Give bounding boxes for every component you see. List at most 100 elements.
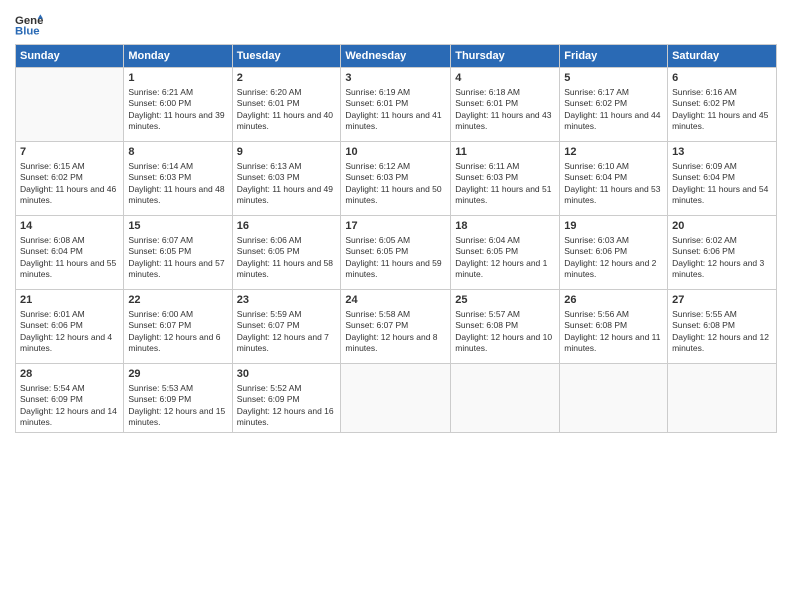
header-cell-wednesday: Wednesday bbox=[341, 45, 451, 68]
sunrise-text: Sunrise: 6:20 AM bbox=[237, 87, 302, 97]
calendar-cell bbox=[560, 364, 668, 433]
sunset-text: Sunset: 6:05 PM bbox=[345, 246, 408, 256]
day-number: 27 bbox=[672, 293, 772, 308]
sunset-text: Sunset: 6:04 PM bbox=[564, 172, 627, 182]
day-number: 29 bbox=[128, 367, 227, 382]
header-cell-saturday: Saturday bbox=[668, 45, 777, 68]
calendar-cell: 17Sunrise: 6:05 AMSunset: 6:05 PMDayligh… bbox=[341, 216, 451, 290]
day-number: 25 bbox=[455, 293, 555, 308]
calendar-cell: 12Sunrise: 6:10 AMSunset: 6:04 PM Dayligh… bbox=[560, 142, 668, 216]
day-number: 13 bbox=[672, 145, 772, 160]
sunrise-text: Sunrise: 6:11 AM bbox=[455, 161, 519, 171]
day-number: 1 bbox=[128, 71, 227, 86]
day-number: 18 bbox=[455, 219, 555, 234]
sunset-text: Sunset: 6:08 PM bbox=[672, 320, 735, 330]
calendar-cell: 5Sunrise: 6:17 AMSunset: 6:02 PMDaylight… bbox=[560, 68, 668, 142]
sunset-text: Sunset: 6:07 PM bbox=[237, 320, 300, 330]
day-number: 21 bbox=[20, 293, 119, 308]
sunrise-text: Sunrise: 6:04 AM bbox=[455, 235, 520, 245]
day-number: 3 bbox=[345, 71, 446, 86]
daylight-text: Daylight: 11 hours and 49 minutes. bbox=[237, 184, 333, 205]
daylight-text: Daylight: 11 hours and 46 minutes. bbox=[20, 184, 116, 205]
sunrise-text: Sunrise: 6:14 AM bbox=[128, 161, 193, 171]
sunset-text: Sunset: 6:06 PM bbox=[564, 246, 627, 256]
sunrise-text: Sunrise: 6:16 AM bbox=[672, 87, 737, 97]
calendar-cell: 21Sunrise: 6:01 AMSunset: 6:06 PMDayligh… bbox=[16, 290, 124, 364]
sunset-text: Sunset: 6:02 PM bbox=[672, 98, 735, 108]
header-cell-tuesday: Tuesday bbox=[232, 45, 341, 68]
daylight-text: Daylight: 11 hours and 48 minutes. bbox=[128, 184, 224, 205]
calendar-cell: 15Sunrise: 6:07 AMSunset: 6:05 PMDayligh… bbox=[124, 216, 232, 290]
calendar-cell bbox=[341, 364, 451, 433]
day-number: 15 bbox=[128, 219, 227, 234]
sunset-text: Sunset: 6:05 PM bbox=[237, 246, 300, 256]
daylight-text: Daylight: 11 hours and 55 minutes. bbox=[20, 258, 116, 279]
sunset-text: Sunset: 6:01 PM bbox=[345, 98, 408, 108]
sunrise-text: Sunrise: 5:52 AM bbox=[237, 383, 302, 393]
calendar-cell: 27Sunrise: 5:55 AMSunset: 6:08 PMDayligh… bbox=[668, 290, 777, 364]
sunset-text: Sunset: 6:08 PM bbox=[564, 320, 627, 330]
sunset-text: Sunset: 6:01 PM bbox=[237, 98, 300, 108]
day-number: 23 bbox=[237, 293, 337, 308]
day-number: 4 bbox=[455, 71, 555, 86]
calendar-header-row: SundayMondayTuesdayWednesdayThursdayFrid… bbox=[16, 45, 777, 68]
sunrise-text: Sunrise: 6:10 AM bbox=[564, 161, 629, 171]
daylight-text: Daylight: 11 hours and 53 minutes. bbox=[564, 184, 660, 205]
daylight-text: Daylight: 12 hours and 10 minutes. bbox=[455, 332, 552, 353]
calendar-cell: 1Sunrise: 6:21 AMSunset: 6:00 PMDaylight… bbox=[124, 68, 232, 142]
daylight-text: Daylight: 12 hours and 8 minutes. bbox=[345, 332, 437, 353]
day-number: 9 bbox=[237, 145, 337, 160]
sunrise-text: Sunrise: 5:55 AM bbox=[672, 309, 737, 319]
day-number: 2 bbox=[237, 71, 337, 86]
week-row-2: 7Sunrise: 6:15 AMSunset: 6:02 PMDaylight… bbox=[16, 142, 777, 216]
daylight-text: Daylight: 11 hours and 54 minutes. bbox=[672, 184, 768, 205]
sunset-text: Sunset: 6:07 PM bbox=[345, 320, 408, 330]
header-cell-sunday: Sunday bbox=[16, 45, 124, 68]
sunset-text: Sunset: 6:08 PM bbox=[455, 320, 518, 330]
day-number: 6 bbox=[672, 71, 772, 86]
daylight-text: Daylight: 12 hours and 16 minutes. bbox=[237, 406, 334, 427]
sunset-text: Sunset: 6:05 PM bbox=[128, 246, 191, 256]
sunrise-text: Sunrise: 6:19 AM bbox=[345, 87, 410, 97]
calendar-cell: 20Sunrise: 6:02 AMSunset: 6:06 PMDayligh… bbox=[668, 216, 777, 290]
sunrise-text: Sunrise: 6:06 AM bbox=[237, 235, 302, 245]
sunrise-text: Sunrise: 6:01 AM bbox=[20, 309, 85, 319]
daylight-text: Daylight: 11 hours and 58 minutes. bbox=[237, 258, 333, 279]
sunrise-text: Sunrise: 6:09 AM bbox=[672, 161, 737, 171]
daylight-text: Daylight: 12 hours and 1 minute. bbox=[455, 258, 547, 279]
day-number: 8 bbox=[128, 145, 227, 160]
day-number: 12 bbox=[564, 145, 663, 160]
header-cell-thursday: Thursday bbox=[451, 45, 560, 68]
sunset-text: Sunset: 6:05 PM bbox=[455, 246, 518, 256]
sunrise-text: Sunrise: 6:03 AM bbox=[564, 235, 629, 245]
sunrise-text: Sunrise: 6:12 AM bbox=[345, 161, 410, 171]
daylight-text: Daylight: 11 hours and 39 minutes. bbox=[128, 110, 224, 131]
calendar-cell: 19Sunrise: 6:03 AMSunset: 6:06 PMDayligh… bbox=[560, 216, 668, 290]
day-number: 30 bbox=[237, 367, 337, 382]
day-number: 17 bbox=[345, 219, 446, 234]
sunrise-text: Sunrise: 6:17 AM bbox=[564, 87, 629, 97]
calendar-table: SundayMondayTuesdayWednesdayThursdayFrid… bbox=[15, 44, 777, 433]
sunrise-text: Sunrise: 5:57 AM bbox=[455, 309, 520, 319]
calendar-cell: 8Sunrise: 6:14 AMSunset: 6:03 PM Daylight… bbox=[124, 142, 232, 216]
sunrise-text: Sunrise: 6:02 AM bbox=[672, 235, 737, 245]
sunrise-text: Sunrise: 5:59 AM bbox=[237, 309, 302, 319]
calendar-cell: 10Sunrise: 6:12 AMSunset: 6:03 PMDayligh… bbox=[341, 142, 451, 216]
sunrise-text: Sunrise: 5:56 AM bbox=[564, 309, 629, 319]
sunrise-text: Sunrise: 6:00 AM bbox=[128, 309, 193, 319]
sunset-text: Sunset: 6:04 PM bbox=[20, 246, 83, 256]
sunset-text: Sunset: 6:09 PM bbox=[237, 394, 300, 404]
day-number: 11 bbox=[455, 145, 555, 160]
header-cell-monday: Monday bbox=[124, 45, 232, 68]
daylight-text: Daylight: 11 hours and 43 minutes. bbox=[455, 110, 551, 131]
daylight-text: Daylight: 12 hours and 3 minutes. bbox=[672, 258, 764, 279]
day-number: 28 bbox=[20, 367, 119, 382]
sunrise-text: Sunrise: 6:21 AM bbox=[128, 87, 193, 97]
calendar-cell: 28Sunrise: 5:54 AMSunset: 6:09 PMDayligh… bbox=[16, 364, 124, 433]
day-number: 16 bbox=[237, 219, 337, 234]
daylight-text: Daylight: 12 hours and 15 minutes. bbox=[128, 406, 225, 427]
sunset-text: Sunset: 6:03 PM bbox=[128, 172, 191, 182]
sunset-text: Sunset: 6:09 PM bbox=[20, 394, 83, 404]
calendar-cell: 2Sunrise: 6:20 AMSunset: 6:01 PMDaylight… bbox=[232, 68, 341, 142]
daylight-text: Daylight: 12 hours and 7 minutes. bbox=[237, 332, 329, 353]
